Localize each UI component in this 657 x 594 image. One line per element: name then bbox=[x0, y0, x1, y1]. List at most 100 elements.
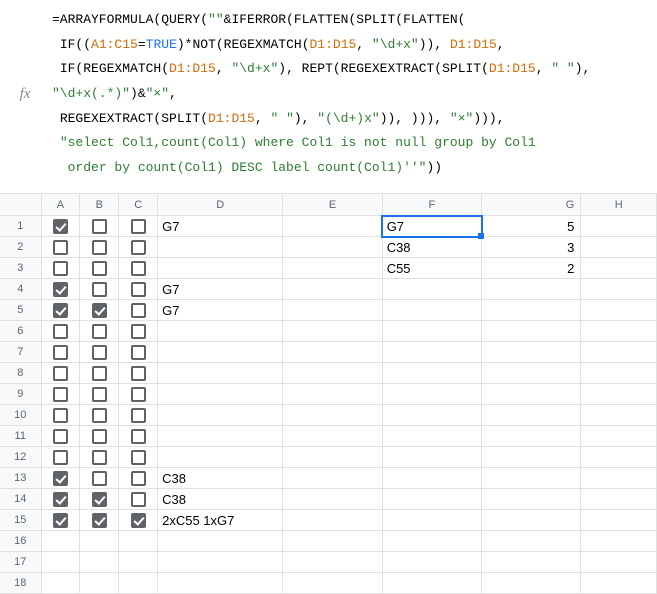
cell[interactable]: G7 bbox=[158, 216, 283, 237]
row-header[interactable]: 6 bbox=[0, 321, 41, 342]
row-header[interactable]: 3 bbox=[0, 258, 41, 279]
cell[interactable] bbox=[119, 258, 158, 279]
cell[interactable] bbox=[119, 279, 158, 300]
cell[interactable] bbox=[581, 552, 657, 573]
cell[interactable] bbox=[80, 573, 119, 594]
cell[interactable] bbox=[41, 426, 80, 447]
checkbox-icon[interactable] bbox=[53, 240, 68, 255]
cell[interactable] bbox=[382, 552, 481, 573]
col-header[interactable]: H bbox=[581, 194, 657, 216]
cell[interactable] bbox=[80, 237, 119, 258]
cell[interactable] bbox=[283, 342, 382, 363]
cell[interactable] bbox=[482, 552, 581, 573]
cell[interactable] bbox=[382, 426, 481, 447]
cell[interactable] bbox=[41, 321, 80, 342]
cell[interactable] bbox=[283, 279, 382, 300]
cell[interactable] bbox=[382, 489, 481, 510]
cell[interactable] bbox=[158, 321, 283, 342]
cell[interactable] bbox=[482, 405, 581, 426]
cell[interactable] bbox=[382, 468, 481, 489]
cell[interactable] bbox=[382, 573, 481, 594]
row-header[interactable]: 8 bbox=[0, 363, 41, 384]
cell[interactable] bbox=[119, 384, 158, 405]
row-header[interactable]: 17 bbox=[0, 552, 41, 573]
cell[interactable]: 2xC55 1xG7 bbox=[158, 510, 283, 531]
cell[interactable] bbox=[119, 216, 158, 237]
cell[interactable] bbox=[158, 237, 283, 258]
checkbox-icon[interactable] bbox=[131, 366, 146, 381]
cell[interactable] bbox=[80, 258, 119, 279]
cell[interactable] bbox=[581, 321, 657, 342]
checkbox-icon[interactable] bbox=[131, 450, 146, 465]
checkbox-icon[interactable] bbox=[92, 303, 107, 318]
row-header[interactable]: 18 bbox=[0, 573, 41, 594]
cell[interactable] bbox=[382, 405, 481, 426]
cell[interactable] bbox=[581, 405, 657, 426]
cell[interactable]: C55 bbox=[382, 258, 481, 279]
checkbox-icon[interactable] bbox=[92, 492, 107, 507]
checkbox-icon[interactable] bbox=[131, 492, 146, 507]
row-header[interactable]: 7 bbox=[0, 342, 41, 363]
checkbox-icon[interactable] bbox=[53, 450, 68, 465]
cell[interactable] bbox=[382, 531, 481, 552]
checkbox-icon[interactable] bbox=[92, 345, 107, 360]
cell[interactable] bbox=[482, 279, 581, 300]
cell[interactable] bbox=[382, 384, 481, 405]
cell[interactable] bbox=[581, 573, 657, 594]
checkbox-icon[interactable] bbox=[53, 429, 68, 444]
checkbox-icon[interactable] bbox=[131, 282, 146, 297]
cell[interactable] bbox=[80, 531, 119, 552]
cell[interactable] bbox=[283, 321, 382, 342]
spreadsheet-grid[interactable]: A B C D E F G H 1G7G752C3833C5524G75G767… bbox=[0, 194, 657, 594]
cell[interactable] bbox=[80, 342, 119, 363]
cell[interactable] bbox=[41, 279, 80, 300]
cell[interactable] bbox=[382, 363, 481, 384]
checkbox-icon[interactable] bbox=[92, 219, 107, 234]
checkbox-icon[interactable] bbox=[131, 429, 146, 444]
cell[interactable] bbox=[581, 447, 657, 468]
formula-input[interactable]: =ARRAYFORMULA(QUERY(""&IFERROR(FLATTEN(S… bbox=[44, 8, 651, 181]
col-header[interactable]: D bbox=[158, 194, 283, 216]
cell[interactable]: 2 bbox=[482, 258, 581, 279]
cell[interactable] bbox=[41, 300, 80, 321]
cell[interactable] bbox=[41, 468, 80, 489]
checkbox-icon[interactable] bbox=[131, 303, 146, 318]
cell[interactable] bbox=[119, 342, 158, 363]
cell[interactable] bbox=[41, 531, 80, 552]
cell[interactable] bbox=[283, 489, 382, 510]
cell[interactable] bbox=[581, 363, 657, 384]
checkbox-icon[interactable] bbox=[131, 345, 146, 360]
cell[interactable] bbox=[158, 258, 283, 279]
cell[interactable] bbox=[581, 510, 657, 531]
checkbox-icon[interactable] bbox=[53, 366, 68, 381]
cell[interactable] bbox=[80, 447, 119, 468]
cell[interactable] bbox=[283, 426, 382, 447]
row-header[interactable]: 10 bbox=[0, 405, 41, 426]
row-header[interactable]: 1 bbox=[0, 216, 41, 237]
cell[interactable] bbox=[119, 489, 158, 510]
checkbox-icon[interactable] bbox=[131, 513, 146, 528]
cell[interactable] bbox=[41, 258, 80, 279]
cell[interactable] bbox=[283, 552, 382, 573]
checkbox-icon[interactable] bbox=[131, 387, 146, 402]
checkbox-icon[interactable] bbox=[131, 219, 146, 234]
checkbox-icon[interactable] bbox=[92, 240, 107, 255]
cell[interactable] bbox=[41, 384, 80, 405]
cell[interactable] bbox=[283, 510, 382, 531]
cell[interactable] bbox=[119, 510, 158, 531]
corner-cell[interactable] bbox=[0, 194, 41, 216]
cell[interactable] bbox=[283, 573, 382, 594]
cell[interactable] bbox=[119, 321, 158, 342]
cell[interactable] bbox=[119, 405, 158, 426]
row-header[interactable]: 14 bbox=[0, 489, 41, 510]
checkbox-icon[interactable] bbox=[92, 324, 107, 339]
cell[interactable] bbox=[482, 468, 581, 489]
cell[interactable] bbox=[581, 216, 657, 237]
cell[interactable] bbox=[41, 405, 80, 426]
cell[interactable] bbox=[80, 300, 119, 321]
cell[interactable] bbox=[158, 384, 283, 405]
cell[interactable] bbox=[581, 342, 657, 363]
checkbox-icon[interactable] bbox=[53, 219, 68, 234]
cell[interactable] bbox=[119, 552, 158, 573]
cell[interactable] bbox=[80, 489, 119, 510]
